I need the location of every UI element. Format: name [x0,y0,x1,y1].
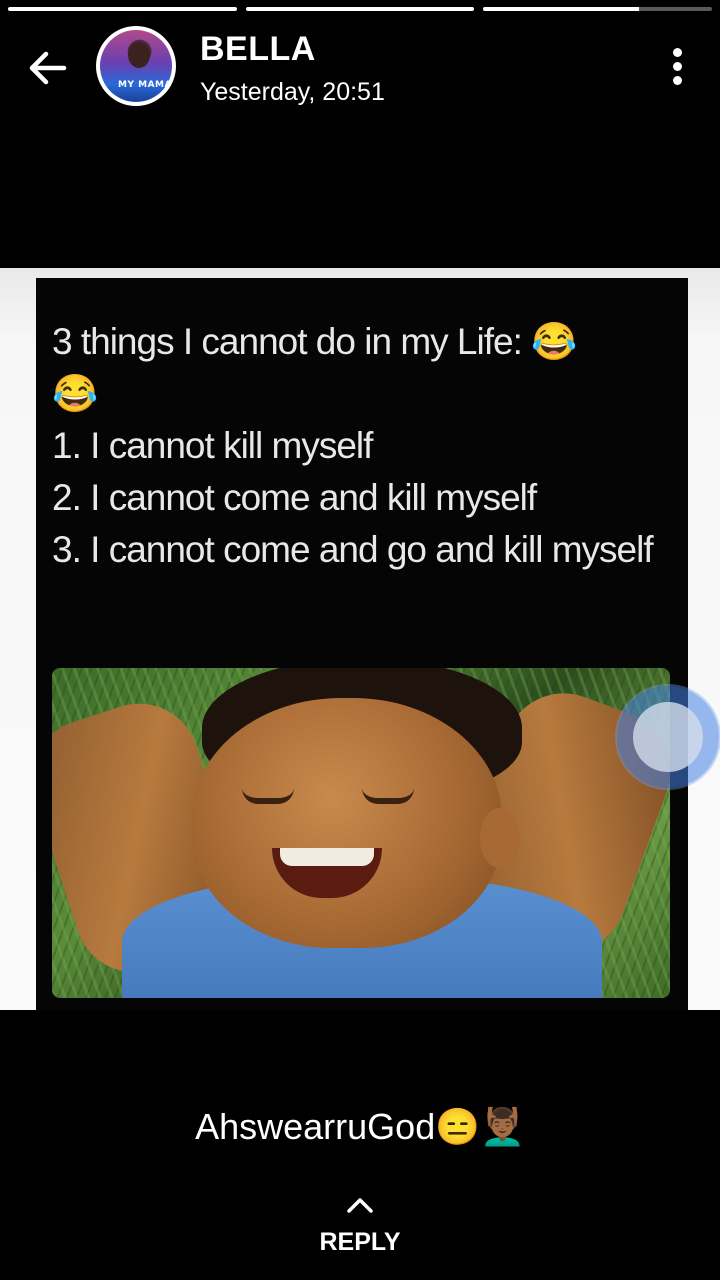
menu-dot [673,62,682,71]
reply-button[interactable]: REPLY [300,1192,420,1262]
avatar-text: MY MAMA [118,80,172,90]
reply-label: REPLY [319,1228,401,1256]
child-ear [480,808,520,868]
child-eye [362,788,414,804]
status-header: MY MAMA BELLA Yesterday, 20:51 [0,24,720,114]
avatar-face [128,42,150,68]
meme-card: 3 things I cannot do in my Life: 😂 😂 1. … [36,278,688,1010]
menu-dot [673,48,682,57]
status-timestamp: Yesterday, 20:51 [200,78,385,106]
child-mouth [272,848,382,898]
meme-text: 3 things I cannot do in my Life: 😂 😂 1. … [52,321,654,570]
story-progress-segment [8,7,237,11]
arrow-left-icon [29,51,67,85]
story-progress-segment [483,7,713,11]
child-face [192,698,520,948]
child-teeth [280,848,374,866]
sender-name: BELLA [200,30,316,68]
story-progress-fill [245,7,475,11]
story-progress-fill [8,7,237,11]
child-eye [242,788,294,804]
back-button[interactable] [24,44,72,92]
avatar-image: MY MAMA [100,30,172,102]
story-progress-fill [483,7,639,11]
menu-dot [673,76,682,85]
story-progress-bar [8,7,713,11]
status-viewer-screen: MY MAMA BELLA Yesterday, 20:51 3 things … [0,0,720,1280]
status-image[interactable]: 3 things I cannot do in my Life: 😂 😂 1. … [0,268,720,1010]
story-progress-segment [245,7,475,11]
more-options-button[interactable] [666,48,690,88]
chevron-up-icon [347,1198,373,1213]
avatar[interactable]: MY MAMA [96,26,176,106]
touch-indicator [617,686,719,788]
touch-indicator-core [633,702,703,772]
status-caption: AhswearruGod😑💆🏾‍♂️ [195,1106,525,1147]
laughing-child-photo [52,668,670,998]
